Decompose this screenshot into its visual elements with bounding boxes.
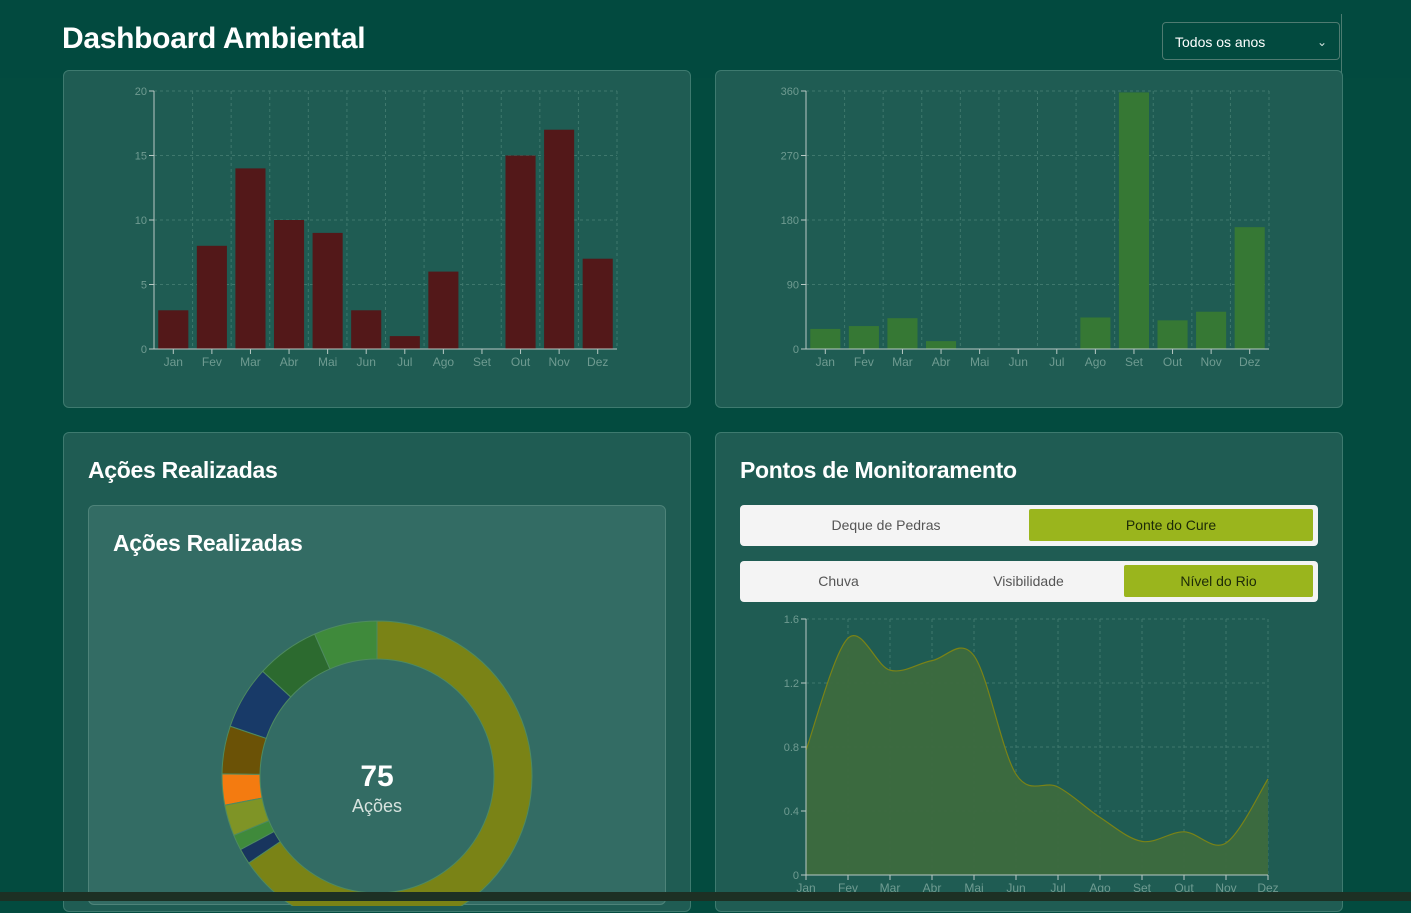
bar-chart-2: 0 90 180 270 360 Jan Fev Mar Abr Mai Jun Jul Ago Set O… (781, 86, 1270, 369)
chart4-y-tick-label: 1.2 (784, 678, 799, 690)
chart1-bar (158, 310, 189, 349)
chart1-x-tick-label: Nov (548, 355, 569, 369)
chart2-y-tick-label: 270 (781, 151, 799, 163)
chart2-x-tick-label: Nov (1200, 355, 1221, 369)
chart4-y-tick-label: 0.8 (784, 742, 799, 754)
header-backdrop (0, 0, 1411, 78)
donut-total: 75 (360, 760, 393, 793)
chart1-bar (544, 129, 575, 349)
chart2-y-tick-label: 90 (787, 280, 799, 292)
chart2-y-tick-label: 360 (781, 86, 799, 98)
chart1-bar (389, 336, 420, 349)
chart2-x-tick-label: Jul (1049, 355, 1064, 369)
chart1-x-tick-label: Set (473, 355, 492, 369)
chart4-y-tick-label: 1.6 (784, 614, 799, 626)
chart1-x-tick-label: Fev (202, 355, 222, 369)
chart1-x-tick-label: Mai (318, 355, 337, 369)
chart2-x-tick-label: Fev (854, 355, 874, 369)
chart1-x-tick-label: Abr (280, 355, 299, 369)
chart1-y-tick-label: 10 (135, 215, 147, 227)
chart2-y-tick-label: 0 (793, 344, 799, 356)
area-chart: 00.40.81.21.6Jan Fev Mar Abr Mai Jun Jul Ago Set… (784, 614, 1279, 895)
chart2-bar (1118, 92, 1150, 349)
bar-chart-1: 0 5 10 15 20 Jan Fev Mar Abr Mai Jun Jul Ago Set Out No… (135, 86, 618, 369)
chart2-x-tick-label: Mar (892, 355, 913, 369)
chart1-y-tick-label: 15 (135, 151, 147, 163)
chart1-bar (428, 271, 459, 349)
chart1-bar (312, 232, 343, 349)
chart2-x-tick-label: Jun (1009, 355, 1028, 369)
chart2-x-tick-label: Set (1125, 355, 1144, 369)
chart1-bar (505, 155, 536, 349)
actions-inner-card: Ações Realizadas 75 Ações (88, 505, 666, 906)
chart1-x-tick-label: Mar (240, 355, 261, 369)
chart1-x-tick-label: Jul (397, 355, 412, 369)
chart1-x-tick-label: Jan (164, 355, 183, 369)
chart1-y-tick-label: 5 (141, 280, 147, 292)
bottom-bar (0, 892, 1411, 901)
chart2-x-tick-label: Dez (1239, 355, 1260, 369)
chart2-x-tick-label: Mai (970, 355, 989, 369)
chart1-bar (351, 310, 382, 349)
chart1-x-tick-label: Out (511, 355, 531, 369)
chart1-bar (196, 245, 227, 349)
actions-card-title: Ações Realizadas (88, 457, 278, 483)
chart1-x-tick-label: Ago (433, 355, 455, 369)
chart1-y-tick-label: 0 (141, 344, 147, 356)
chart1-bar (273, 220, 305, 349)
chart2-x-tick-label: Abr (932, 355, 951, 369)
chart2-bar (1080, 317, 1111, 349)
chart2-bar (1157, 320, 1188, 349)
chart2-x-tick-label: Ago (1085, 355, 1107, 369)
chart2-bar (925, 341, 957, 349)
chart1-bar (582, 258, 613, 349)
chart2-bar (810, 328, 841, 349)
chart2-x-tick-label: Jan (816, 355, 835, 369)
chart4-area (806, 635, 1268, 875)
donut-chart: 75 Ações (221, 620, 533, 906)
chart1-bar (235, 168, 266, 349)
chart-card-2: 0 90 180 270 360 Jan Fev Mar Abr Mai Jun Jul Ago Set O… (715, 70, 1343, 408)
chart2-bar (848, 326, 879, 349)
chart1-y-tick-label: 20 (135, 86, 147, 98)
chart2-bar (1196, 311, 1227, 349)
donut-total-label: Ações (352, 796, 402, 816)
chart1-x-tick-label: Jun (357, 355, 376, 369)
chart4-y-tick-label: 0.4 (784, 806, 799, 818)
chart1-x-tick-label: Dez (587, 355, 608, 369)
chart2-bar (887, 318, 918, 349)
chart-card-1: 0 5 10 15 20 Jan Fev Mar Abr Mai Jun Jul Ago Set Out No… (63, 70, 691, 408)
chart2-bar (1234, 227, 1265, 349)
monitoring-card: Pontos de Monitoramento Deque de Pedras … (715, 432, 1343, 912)
chart2-y-tick-label: 180 (781, 215, 799, 227)
chart2-x-tick-label: Out (1163, 355, 1183, 369)
